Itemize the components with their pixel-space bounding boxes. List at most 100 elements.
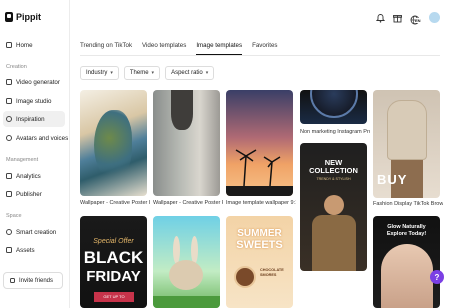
section-creation: Creation bbox=[6, 64, 27, 70]
poster-script: Special Offer bbox=[93, 238, 134, 245]
filter-industry[interactable]: Industry ▾ bbox=[80, 66, 119, 80]
grass bbox=[153, 296, 220, 308]
chevron-down-icon: ▾ bbox=[110, 70, 113, 76]
invite-friends-button[interactable]: Invite friends bbox=[3, 272, 63, 289]
poster-headline: BLACK bbox=[83, 248, 144, 267]
card-caption: Wallpaper - Creative Poster I... bbox=[80, 200, 150, 206]
chevron-down-icon: ▾ bbox=[151, 70, 155, 76]
tab-video-templates[interactable]: Video templates bbox=[142, 42, 186, 55]
template-card[interactable] bbox=[300, 90, 367, 124]
template-card[interactable]: Special Offer BLACK FRIDAY GET UP TO bbox=[80, 216, 147, 308]
filter-bar: Industry ▾ Theme ▾ Aspect ratio ▾ bbox=[80, 66, 215, 80]
poster-headline-2: Explore Today! bbox=[386, 231, 427, 237]
poster-label: CHOCOLATE SMORES bbox=[260, 268, 284, 278]
poster-subline: TRENDY & STYLISH bbox=[316, 177, 351, 181]
image-icon bbox=[6, 98, 12, 104]
tabs-divider bbox=[80, 55, 440, 56]
art-illustration bbox=[94, 110, 132, 180]
sidebar-item-label: Image studio bbox=[16, 97, 52, 105]
invite-label: Invite friends bbox=[19, 277, 54, 284]
section-management: Management bbox=[6, 157, 39, 163]
sidebar-item-image-studio[interactable]: Image studio bbox=[3, 93, 65, 109]
app-window: Pippit Home Creation Video generator Ima… bbox=[0, 0, 450, 308]
sidebar-item-smart-creation[interactable]: Smart creation bbox=[3, 224, 65, 240]
sidebar-item-label: Smart creation bbox=[16, 228, 57, 236]
sidebar-item-inspiration[interactable]: Inspiration bbox=[3, 111, 65, 127]
lang-badge: EN bbox=[415, 18, 421, 23]
planet-ring bbox=[310, 90, 358, 118]
tab-image-templates[interactable]: Image templates bbox=[196, 42, 243, 55]
question-icon: ? bbox=[434, 272, 440, 282]
chevron-down-icon: ▾ bbox=[205, 70, 209, 76]
figure-silhouette bbox=[171, 90, 193, 130]
bunny-ear bbox=[173, 236, 180, 264]
sidebar-item-analytics[interactable]: Analytics bbox=[3, 168, 65, 184]
gift-icon[interactable] bbox=[393, 13, 402, 23]
sidebar-item-label: Inspiration bbox=[16, 115, 45, 123]
promo-badge: GET UP TO bbox=[94, 292, 134, 302]
template-card[interactable]: NEW COLLECTION TRENDY & STYLISH bbox=[300, 143, 367, 271]
user-avatar[interactable] bbox=[429, 12, 440, 23]
sidebar-item-assets[interactable]: Assets bbox=[3, 242, 65, 258]
sidebar-item-home[interactable]: Home bbox=[3, 37, 65, 53]
sidebar-item-avatars[interactable]: Avatars and voices bbox=[3, 130, 69, 146]
card-caption: Image template wallpaper 9:1... bbox=[226, 200, 296, 206]
template-card[interactable] bbox=[153, 90, 220, 196]
poster-headline-2: SWEETS bbox=[236, 239, 283, 251]
sidebar-item-label: Assets bbox=[16, 246, 35, 254]
bell-icon[interactable] bbox=[376, 13, 385, 23]
template-card[interactable]: Glow Naturally Explore Today! bbox=[373, 216, 440, 308]
tab-favorites[interactable]: Favorites bbox=[252, 42, 277, 55]
brand-logo[interactable]: Pippit bbox=[5, 12, 41, 22]
home-icon bbox=[6, 42, 12, 48]
language-switcher[interactable]: EN bbox=[410, 12, 421, 25]
tab-trending-tiktok[interactable]: Trending on TikTok bbox=[80, 42, 132, 55]
sidebar-item-label: Analytics bbox=[16, 172, 41, 180]
template-card[interactable] bbox=[226, 90, 293, 196]
template-card[interactable]: BUY bbox=[373, 90, 440, 198]
poster-text: BUY bbox=[377, 172, 408, 187]
sparkle-icon bbox=[6, 229, 12, 235]
palm-silhouette bbox=[226, 149, 293, 196]
pippit-logo-icon bbox=[5, 12, 13, 22]
model-portrait bbox=[381, 244, 433, 308]
analytics-icon bbox=[6, 173, 12, 179]
calendar-icon bbox=[6, 191, 12, 197]
filter-theme[interactable]: Theme ▾ bbox=[123, 66, 161, 80]
bunny-ear bbox=[191, 236, 198, 264]
poster-headline-2: FRIDAY bbox=[86, 268, 141, 285]
help-bubble-button[interactable]: ? bbox=[430, 270, 444, 284]
sidebar-item-label: Publisher bbox=[16, 190, 42, 198]
template-card[interactable]: SUMMER SWEETS CHOCOLATE SMORES bbox=[226, 216, 293, 308]
poster-headline: NEW COLLECTION bbox=[309, 158, 358, 175]
filter-label: Aspect ratio bbox=[171, 70, 203, 76]
sweater-figure bbox=[387, 100, 427, 160]
template-card[interactable] bbox=[153, 216, 220, 308]
sidebar-item-label: Home bbox=[16, 41, 33, 49]
card-caption: Wallpaper - Creative Poster P... bbox=[153, 200, 223, 206]
avatar-icon bbox=[6, 135, 12, 141]
model-head bbox=[324, 195, 344, 215]
gift-icon bbox=[10, 278, 15, 283]
model-body bbox=[312, 215, 356, 271]
folder-icon bbox=[6, 247, 12, 253]
bunny-head bbox=[169, 260, 203, 290]
sidebar-item-label: Video generator bbox=[16, 78, 60, 86]
sidebar-item-publisher[interactable]: Publisher bbox=[3, 186, 65, 202]
filter-aspect-ratio[interactable]: Aspect ratio ▾ bbox=[165, 66, 215, 80]
sidebar-item-label: Avatars and voices bbox=[16, 134, 69, 142]
poster-label-line: SMORES bbox=[260, 273, 277, 277]
sidebar-item-video-generator[interactable]: Video generator bbox=[3, 74, 65, 90]
lightbulb-icon bbox=[6, 116, 12, 122]
top-toolbar: EN bbox=[376, 12, 440, 25]
card-caption: Fashion Display TikTok Brown... bbox=[373, 201, 443, 207]
brand-name: Pippit bbox=[16, 12, 41, 22]
template-card[interactable] bbox=[80, 90, 147, 196]
poster-headline: SUMMER bbox=[237, 228, 282, 239]
poster-headline: Glow Naturally bbox=[387, 224, 426, 230]
filter-label: Industry bbox=[86, 70, 108, 76]
section-space: Space bbox=[6, 213, 22, 219]
video-icon bbox=[6, 79, 12, 85]
sidebar: Pippit Home Creation Video generator Ima… bbox=[0, 0, 70, 308]
smore-illustration bbox=[234, 266, 256, 288]
